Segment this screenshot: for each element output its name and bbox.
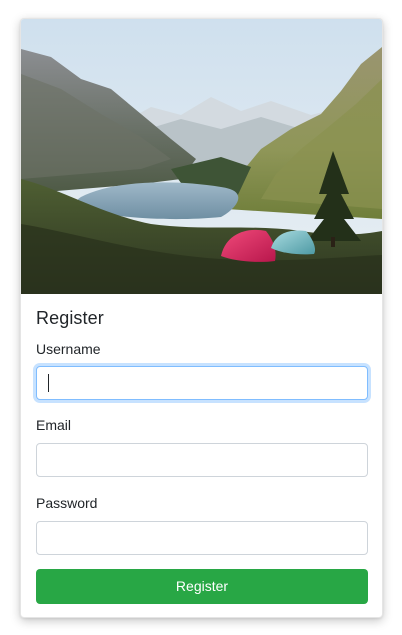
form-title: Register: [36, 308, 104, 328]
password-input[interactable]: [36, 521, 368, 555]
password-label: Password: [36, 495, 98, 511]
text-caret: [48, 374, 49, 392]
hero-image: [21, 19, 382, 294]
username-input[interactable]: [36, 366, 368, 400]
email-input[interactable]: [36, 443, 368, 477]
register-card: Register Username Email Password Registe…: [20, 18, 383, 618]
register-button[interactable]: Register: [36, 569, 368, 604]
username-label: Username: [36, 341, 101, 357]
email-label: Email: [36, 417, 72, 433]
